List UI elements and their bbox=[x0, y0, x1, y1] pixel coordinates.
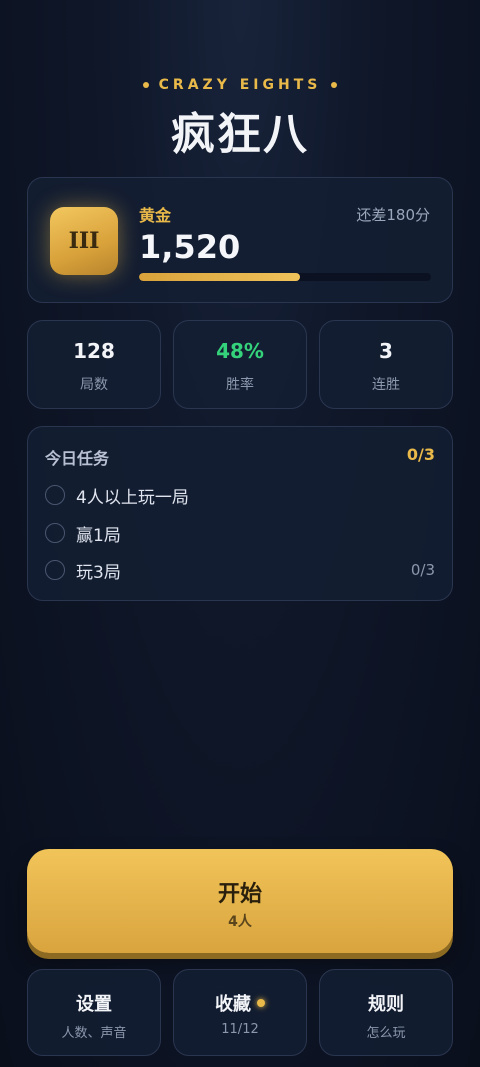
start-button[interactable]: 开始 4人 bbox=[27, 849, 453, 953]
tasks-title: 今日任务 bbox=[45, 449, 110, 468]
daily-tasks-card: 今日任务 0/3 4人以上玩一局 赢1局 玩3局 0/3 bbox=[27, 426, 453, 601]
collection-label: 收藏 bbox=[215, 994, 251, 1015]
settings-sub: 人数、声音 bbox=[61, 1026, 127, 1041]
game-subtitle: CRAZY EIGHTS bbox=[0, 77, 480, 93]
player-count: 4人 bbox=[228, 914, 252, 930]
rules-button[interactable]: 规则 怎么玩 bbox=[319, 969, 453, 1056]
rank-card: III 黄金 1,520 还差180分 bbox=[27, 177, 453, 303]
game-lobby: CRAZY EIGHTS 疯狂八 III 黄金 1,520 还差180分 128… bbox=[0, 0, 480, 1067]
rank-progress-fill bbox=[139, 273, 300, 281]
rules-label: 规则 bbox=[368, 994, 404, 1015]
collection-sub: 11/12 bbox=[221, 1022, 259, 1037]
subtitle-text: CRAZY EIGHTS bbox=[158, 77, 322, 93]
checkbox-icon bbox=[45, 560, 65, 580]
stat-label: 连胜 bbox=[372, 377, 400, 393]
dot-icon bbox=[331, 82, 338, 88]
stat-value: 48% bbox=[216, 339, 264, 363]
settings-label: 设置 bbox=[76, 994, 112, 1015]
rank-progress-bar bbox=[139, 273, 431, 281]
task-item: 4人以上玩一局 bbox=[45, 483, 435, 508]
collection-button[interactable]: 收藏 11/12 bbox=[173, 969, 307, 1056]
start-label: 开始 bbox=[217, 882, 262, 907]
task-progress: 0/3 bbox=[410, 561, 435, 579]
rank-badge-icon: III bbox=[50, 207, 118, 275]
task-text: 4人以上玩一局 bbox=[76, 487, 189, 508]
rank-points: 1,520 bbox=[139, 228, 241, 266]
stat-value: 3 bbox=[379, 339, 393, 363]
rank-tier: 黄金 bbox=[139, 206, 172, 225]
tasks-count: 0/3 bbox=[406, 445, 435, 464]
stat-label: 胜率 bbox=[226, 377, 254, 393]
task-item: 赢1局 bbox=[45, 521, 435, 546]
notification-dot-icon bbox=[257, 999, 265, 1007]
stat-games: 128 局数 bbox=[27, 320, 161, 409]
task-item: 玩3局 0/3 bbox=[45, 558, 435, 583]
stat-win-rate: 48% 胜率 bbox=[173, 320, 307, 409]
game-title: 疯狂八 bbox=[171, 109, 309, 160]
settings-button[interactable]: 设置 人数、声音 bbox=[27, 969, 161, 1056]
checkbox-icon bbox=[45, 523, 65, 543]
task-text: 玩3局 bbox=[76, 562, 121, 583]
dot-icon bbox=[142, 82, 149, 88]
stat-value: 128 bbox=[73, 339, 115, 363]
checkbox-icon bbox=[45, 485, 65, 505]
stat-win-streak: 3 连胜 bbox=[319, 320, 453, 409]
points-remaining: 还差180分 bbox=[356, 206, 430, 224]
stat-label: 局数 bbox=[80, 377, 108, 393]
task-text: 赢1局 bbox=[76, 525, 121, 546]
rules-sub: 怎么玩 bbox=[366, 1026, 406, 1041]
